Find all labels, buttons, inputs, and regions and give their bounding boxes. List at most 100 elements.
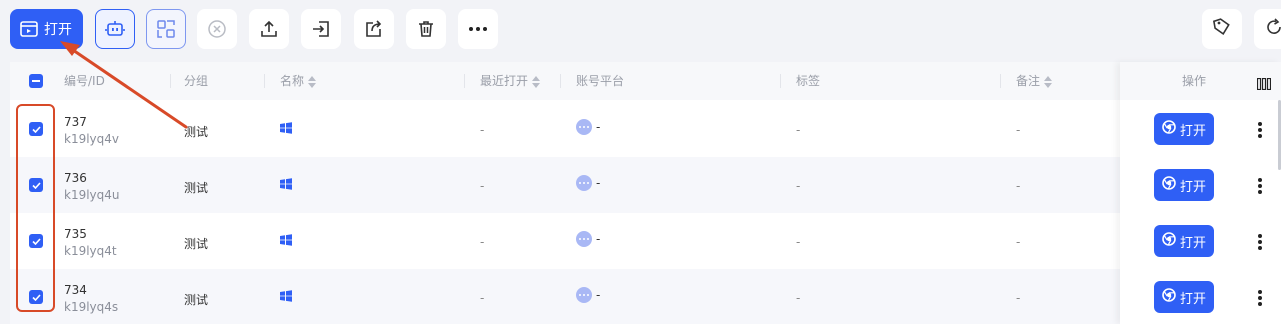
delete-button[interactable]	[406, 9, 446, 49]
row-open-button[interactable]: 打开	[1154, 281, 1214, 313]
group-cell: 测试	[184, 237, 209, 251]
trash-icon	[416, 19, 436, 39]
group-cell: 测试	[184, 125, 209, 139]
profile-number: 735	[64, 227, 87, 241]
platform-more-icon	[576, 175, 592, 191]
remark-cell: -	[1016, 235, 1021, 249]
row-open-label: 打开	[1179, 291, 1206, 307]
import-button[interactable]	[301, 9, 341, 49]
sort-icon[interactable]	[532, 75, 541, 88]
header-group: 分组	[184, 74, 209, 88]
open-button[interactable]: 打开	[10, 9, 83, 49]
tags-cell: -	[796, 123, 801, 137]
refresh-icon	[1264, 17, 1281, 41]
more-button[interactable]	[458, 9, 498, 49]
last-open-cell: -	[480, 179, 485, 193]
column-separator	[264, 74, 265, 88]
row-checkbox[interactable]	[29, 234, 43, 248]
column-separator	[780, 74, 781, 88]
header-last-open[interactable]: 最近打开	[480, 62, 541, 100]
sort-icon[interactable]	[1044, 75, 1053, 88]
table-row[interactable]: 735 k19lyq4t 测试 - - - -	[10, 213, 1281, 269]
header-ops: 操作	[1182, 74, 1207, 88]
last-open-cell: -	[480, 235, 485, 249]
sort-icon[interactable]	[308, 75, 317, 88]
row-open-button[interactable]: 打开	[1154, 113, 1214, 145]
header-platform: 账号平台	[576, 74, 625, 88]
windows-icon	[280, 178, 292, 193]
platform-cell: -	[596, 288, 601, 302]
chrome-icon	[1162, 176, 1176, 194]
open-window-icon	[20, 21, 38, 37]
windows-icon	[280, 234, 292, 249]
platform-cell: -	[596, 232, 601, 246]
windows-icon	[280, 122, 292, 137]
row-open-label: 打开	[1179, 235, 1206, 251]
row-more-icon[interactable]	[1258, 122, 1262, 138]
profile-id: k19lyq4s	[64, 300, 119, 314]
upload-button[interactable]	[249, 9, 289, 49]
chrome-icon	[1162, 120, 1176, 138]
group-cell: 测试	[184, 181, 209, 195]
profile-number: 736	[64, 171, 87, 185]
refresh-button[interactable]	[1254, 9, 1281, 49]
tag-button[interactable]	[1202, 9, 1242, 49]
table-row[interactable]: 734 k19lyq4s 测试 - - - -	[10, 269, 1281, 324]
profile-id: k19lyq4v	[64, 132, 120, 146]
upload-icon	[259, 19, 279, 39]
column-settings-icon[interactable]	[1256, 75, 1272, 94]
scan-button[interactable]	[146, 9, 186, 49]
row-more-icon[interactable]	[1258, 290, 1262, 306]
share-button[interactable]	[354, 9, 394, 49]
header-id[interactable]: 编号/ID	[64, 62, 105, 100]
header-remark[interactable]: 备注	[1016, 62, 1053, 100]
profile-table: 编号/ID 分组 名称 最近打开 账号平台 标签 备注 737 k19lyq4v…	[10, 62, 1281, 324]
tags-cell: -	[796, 291, 801, 305]
profile-id: k19lyq4t	[64, 244, 117, 258]
remark-cell: -	[1016, 179, 1021, 193]
profile-number: 734	[64, 283, 87, 297]
header-tags: 标签	[796, 74, 821, 88]
table-header: 编号/ID 分组 名称 最近打开 账号平台 标签 备注	[10, 62, 1281, 100]
platform-cell: -	[596, 176, 601, 190]
platform-more-icon	[576, 231, 592, 247]
tags-cell: -	[796, 179, 801, 193]
tag-icon	[1212, 17, 1232, 41]
column-separator	[464, 74, 465, 88]
column-separator	[170, 74, 171, 88]
row-checkbox[interactable]	[29, 122, 43, 136]
row-open-button[interactable]: 打开	[1154, 225, 1214, 257]
profile-id: k19lyq4u	[64, 188, 120, 202]
row-open-button[interactable]: 打开	[1154, 169, 1214, 201]
row-open-label: 打开	[1179, 179, 1206, 195]
header-name[interactable]: 名称	[280, 62, 317, 100]
row-checkbox[interactable]	[29, 290, 43, 304]
windows-icon	[280, 290, 292, 305]
last-open-cell: -	[480, 123, 485, 137]
row-open-label: 打开	[1179, 123, 1206, 139]
close-all-button[interactable]	[197, 9, 237, 49]
bot-button[interactable]	[95, 9, 135, 49]
close-circle-icon	[207, 19, 227, 39]
select-all-checkbox[interactable]	[29, 74, 43, 88]
platform-more-icon	[576, 287, 592, 303]
bot-icon	[105, 20, 125, 38]
remark-cell: -	[1016, 291, 1021, 305]
table-row[interactable]: 737 k19lyq4v 测试 - - - -	[10, 101, 1281, 157]
chrome-icon	[1162, 232, 1176, 250]
toolbar: 打开	[0, 0, 1281, 58]
operations-header: 操作	[1120, 62, 1281, 100]
operations-column: 操作 打开 打开 打开 打开	[1120, 62, 1281, 324]
chrome-icon	[1162, 288, 1176, 306]
row-more-icon[interactable]	[1258, 178, 1262, 194]
table-row[interactable]: 736 k19lyq4u 测试 - - - -	[10, 157, 1281, 213]
row-checkbox[interactable]	[29, 178, 43, 192]
qr-scan-icon	[156, 19, 176, 39]
platform-more-icon	[576, 119, 592, 135]
remark-cell: -	[1016, 123, 1021, 137]
platform-cell: -	[596, 120, 601, 134]
open-button-label: 打开	[44, 22, 72, 38]
row-more-icon[interactable]	[1258, 234, 1262, 250]
page: 打开 编号/ID 分组 名称 最近打开 账号平台 标签 备注 737 k19ly…	[0, 0, 1281, 324]
last-open-cell: -	[480, 291, 485, 305]
